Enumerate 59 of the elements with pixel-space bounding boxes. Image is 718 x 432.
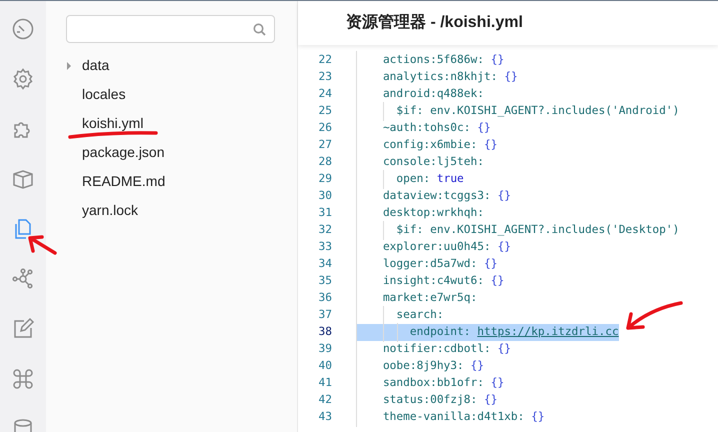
code-line: status:00fzj8: {} [356, 392, 498, 409]
file-name[interactable]: package.json [82, 142, 165, 163]
editor-title: 资源管理器 - /koishi.yml [298, 1, 718, 45]
line-number: 37 [318, 307, 332, 324]
code-line: search: [356, 307, 444, 324]
caret-icon[interactable] [66, 62, 72, 70]
line-number: 31 [318, 205, 332, 222]
code-line: actions:5f686w: {} [356, 52, 504, 69]
line-number: 43 [318, 409, 332, 426]
line-number: 30 [318, 188, 332, 204]
code-line: market:e7wr5q: [356, 290, 478, 307]
code-line: console:lj5teh: [356, 154, 484, 171]
code-line: analytics:n8khjt: {} [356, 69, 518, 86]
line-number: 35 [318, 273, 332, 290]
line-number: 26 [318, 120, 332, 136]
file-name[interactable]: yarn.lock [82, 200, 138, 221]
line-number: 41 [318, 375, 332, 392]
code-line: open: true [356, 171, 464, 188]
line-number: 25 [318, 103, 332, 120]
code-line: notifier:cdbotl: {} [356, 341, 511, 358]
line-number: 40 [318, 358, 332, 374]
code-line: logger:d5a7wd: {} [356, 256, 498, 273]
file-name[interactable]: koishi.yml [82, 113, 144, 134]
search-icon [253, 22, 266, 36]
code-line: oobe:8j9hy3: {} [356, 358, 484, 375]
annotation-arrow [28, 235, 57, 255]
code-line: android:q488ek: [356, 86, 484, 103]
network-icon[interactable] [11, 267, 35, 291]
line-number: 39 [318, 341, 332, 358]
line-number: 27 [318, 137, 332, 154]
command-icon[interactable] [11, 367, 35, 391]
file-name[interactable]: README.md [82, 171, 166, 192]
code-line: desktop:wrkhqh: [356, 205, 484, 222]
annotation-arrow [626, 301, 683, 330]
code-line: config:x6mbie: {} [356, 137, 498, 154]
line-number: 23 [318, 69, 332, 86]
code-line: $if: env.KOISHI_AGENT?.includes('Android') [356, 103, 680, 120]
code-line: $if: env.KOISHI_AGENT?.includes('Desktop') [356, 222, 680, 239]
code-line: insight:c4wut6: {} [356, 273, 504, 290]
dashboard-icon[interactable] [11, 17, 35, 41]
line-number: 34 [318, 256, 332, 272]
line-number: 32 [318, 222, 332, 238]
line-number: 28 [318, 154, 332, 170]
line-number: 22 [318, 52, 332, 68]
line-number: 42 [318, 392, 332, 408]
line-number: 36 [318, 290, 332, 306]
folder-name[interactable]: data [82, 55, 110, 76]
code-line: explorer:uu0h45: {} [356, 239, 511, 256]
line-number: 24 [318, 86, 332, 102]
line-number: 29 [318, 171, 332, 188]
line-number: 38 [318, 324, 332, 340]
search-field[interactable] [66, 15, 275, 43]
code-line: dataview:tcggs3: {} [356, 188, 511, 205]
settings-icon[interactable] [11, 67, 35, 91]
file-name[interactable]: locales [82, 84, 126, 105]
code-line: theme-vanilla:d4t1xb: {} [356, 409, 545, 426]
code-line: ~auth:tohs0c: {} [356, 120, 491, 137]
code-line: sandbox:bb1ofr: {} [356, 375, 504, 392]
line-number: 33 [318, 239, 332, 256]
